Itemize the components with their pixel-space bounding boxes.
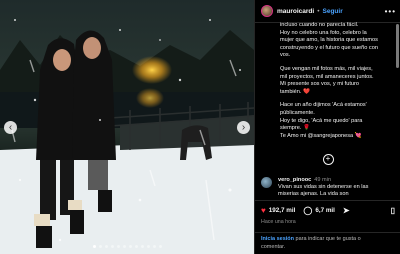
caption-line: también. ❤️	[280, 88, 310, 95]
bookmark-icon[interactable]: ▯	[391, 206, 395, 215]
caption-line: siempre. 🌹	[280, 125, 310, 132]
comment-count: 6,7 mil	[315, 207, 335, 214]
comment-text: miserias ajenas. La vida son	[278, 191, 349, 197]
action-bar: ♥ 192,7 mil ◯ 6,7 mil ➤ ▯	[255, 200, 400, 220]
comment-bubble-icon: ◯	[303, 206, 313, 215]
like-button[interactable]: ♥ 192,7 mil	[261, 206, 295, 215]
follow-button[interactable]: Seguir	[323, 8, 343, 15]
post-photo[interactable]: ‹ ›	[0, 0, 254, 254]
login-prompt: Inicia sesión para indicar que te gusta …	[255, 232, 400, 251]
carousel-dot	[158, 245, 162, 248]
post-side-panel: mauroicardi • Seguir ••• incluso cuando …	[254, 0, 400, 254]
carousel-dot	[116, 245, 120, 248]
comment-body: vero_pinooc 49 min Vivan sus vidas sin de…	[278, 177, 368, 198]
caption-line: incluso cuando no parecía fácil.	[280, 22, 359, 28]
commenter-username[interactable]: vero_pinooc	[278, 177, 311, 183]
heart-icon: ♥	[261, 206, 266, 215]
carousel-dot	[128, 245, 132, 248]
more-horizontal-icon[interactable]: •••	[385, 7, 396, 16]
avatar[interactable]	[261, 5, 273, 17]
send-icon: ➤	[342, 206, 350, 215]
carousel-dot	[98, 245, 102, 248]
load-more-comments: +	[255, 154, 400, 165]
caption-text: incluso cuando no parecía fácil. Hoy no …	[255, 22, 395, 170]
carousel-dot	[92, 245, 96, 248]
snowy-night-photo	[0, 0, 254, 254]
carousel-dot	[146, 245, 150, 248]
plus-circle-icon[interactable]: +	[322, 154, 334, 165]
carousel-dot	[140, 245, 144, 248]
caption-line: Hoy te digo, 'Acá me quedo' para	[280, 117, 363, 124]
caption-line: mil proyectos, mil amaneceres juntos.	[280, 73, 374, 80]
post-timestamp: Hace una hora	[261, 219, 296, 225]
chevron-right-icon[interactable]: ›	[237, 121, 250, 134]
caption-line: mujer que amo, la historia que estamos	[280, 37, 378, 44]
caption-line: Hace un año dijimos 'Acá estamos'	[280, 102, 367, 109]
comment-button[interactable]: ◯ 6,7 mil	[303, 206, 335, 215]
scrollbar[interactable]	[396, 24, 399, 68]
comment-text: Vivan sus vidas sin detenerse en las	[278, 184, 369, 190]
separator-dot: •	[317, 7, 320, 15]
instagram-post-view: ‹ › mauroicardi • Seguir ••• incluso cua…	[0, 0, 400, 254]
login-text: comentar.	[261, 243, 286, 250]
carousel-dot	[104, 245, 108, 248]
carousel-dots	[0, 245, 254, 248]
caption-line: Que vengan mil fotos más, mil viajes,	[280, 65, 373, 72]
carousel-dot	[152, 245, 156, 248]
username[interactable]: mauroicardi	[277, 8, 314, 15]
caption-line: Mi presente sos vos, y mi futuro	[280, 81, 359, 88]
share-button[interactable]: ➤	[343, 206, 353, 215]
caption-line: públicamente.	[280, 109, 315, 116]
commenter-avatar[interactable]	[261, 177, 272, 188]
comment-item: vero_pinooc 49 min Vivan sus vidas sin de…	[261, 177, 395, 198]
carousel-dot	[110, 245, 114, 248]
comment-time: 49 min	[314, 177, 332, 183]
login-text: para indicar que te gusta o	[294, 236, 361, 242]
like-count: 192,7 mil	[268, 207, 296, 214]
chevron-left-icon[interactable]: ‹	[4, 121, 17, 134]
caption-line: Hoy no celebro una foto, celebro la	[280, 29, 367, 36]
login-link[interactable]: Inicia sesión	[261, 236, 294, 242]
caption-line: construyendo y el futuro que sueño con	[280, 44, 378, 51]
caption-line: vos.	[280, 52, 291, 59]
post-header: mauroicardi • Seguir •••	[255, 0, 400, 23]
carousel-dot	[134, 245, 138, 248]
carousel-dot	[122, 245, 126, 248]
caption-line: Te Amo mi @sangrejaponesa 💘	[280, 132, 362, 139]
